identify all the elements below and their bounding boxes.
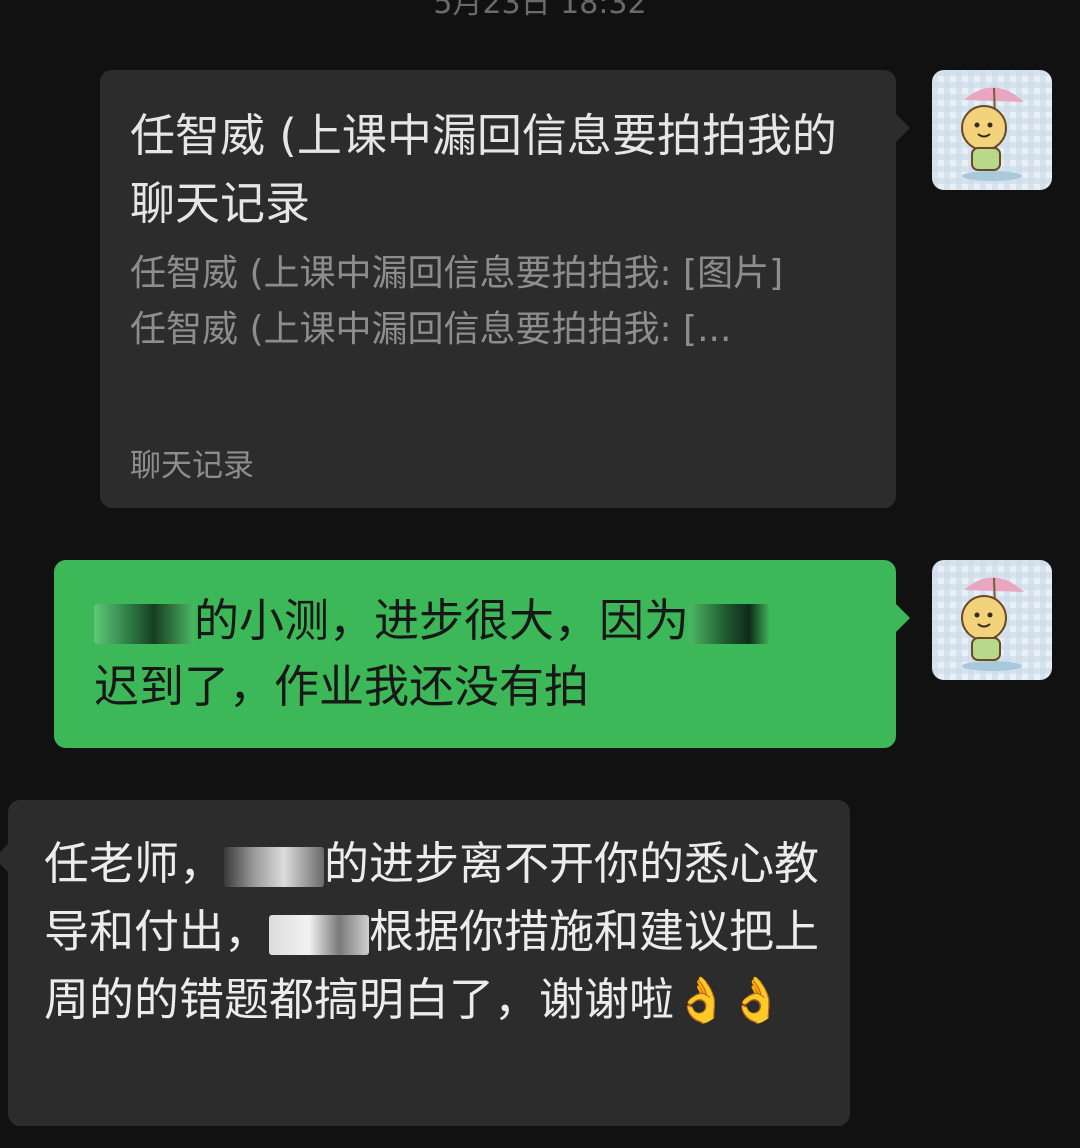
received-message-bubble[interactable]: 任老师， 的进步离不开你的悉心教导和付出， 根据你措施和建议把上周的的错题都搞明白了… [0,800,850,1126]
sent-message-text: 的小测，进步很大，因为 迟到了，作业我还没有拍 [94,588,860,720]
redacted-name [224,847,325,887]
avatar-image [932,70,1052,190]
my-avatar[interactable] [932,70,1052,190]
my-avatar[interactable] [932,560,1052,680]
chat-history-label: 聊天记录 [130,448,254,484]
avatar-image [932,560,1052,680]
ok-hand-emoji-icon: 👌👌 [674,975,784,1026]
message-text-part: 任老师， [44,837,225,890]
bubble-tail [0,844,8,872]
message-text-part: 迟到了，作业我还没有拍 [94,660,590,713]
message-text-part: 的小测，进步很大，因为 [194,594,690,647]
redacted-name [689,604,770,644]
chat-history-title: 任智威 (上课中漏回信息要拍拍我的聊天记录 [130,109,837,230]
bubble-tail [896,114,910,142]
received-message-text: 任老师， 的进步离不开你的悉心教导和付出， 根据你措施和建议把上周的的错题都搞明白了… [44,830,820,1035]
bubble-tail [896,604,910,632]
redacted-name [269,915,370,955]
chat-history-card[interactable]: 任智威 (上课中漏回信息要拍拍我的聊天记录 任智威 (上课中漏回信息要拍拍我: … [100,70,910,508]
sent-message-bubble[interactable]: 的小测，进步很大，因为 迟到了，作业我还没有拍 [54,560,910,748]
chat-history-line: 任智威 (上课中漏回信息要拍拍我: [图片] [130,253,784,294]
chat-history-line: 任智威 (上课中漏回信息要拍拍我: [... [130,309,732,350]
timestamp: 5月23日 18:32 [433,0,647,21]
redacted-name [94,604,194,644]
